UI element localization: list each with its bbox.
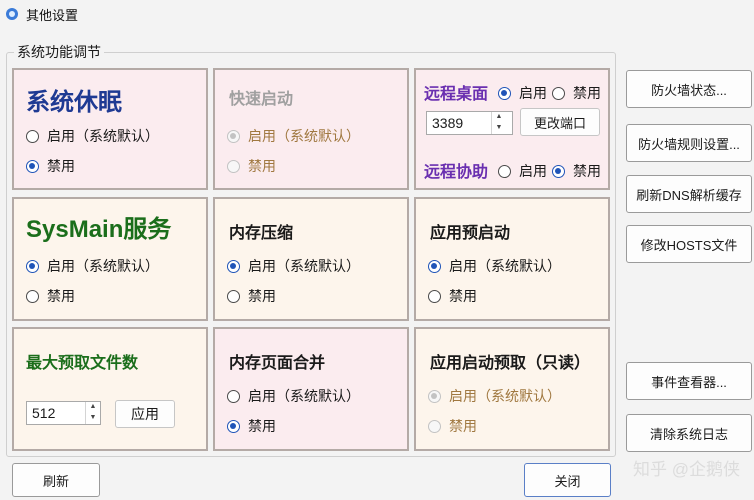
radio-icon bbox=[227, 159, 240, 173]
max-prefetch-panel: 最大预取文件数 512 ▲ ▼ 应用 bbox=[12, 327, 208, 451]
radio-icon bbox=[552, 86, 565, 100]
port-stepper[interactable]: ▲ ▼ bbox=[491, 112, 506, 134]
app-prelaunch-title: 应用预启动 bbox=[430, 225, 511, 242]
radio-icon bbox=[26, 289, 39, 303]
radio-icon bbox=[552, 164, 565, 178]
mem-compress-disable-radio[interactable]: 禁用 bbox=[227, 286, 276, 306]
fast-startup-panel: 快速启动 启用（系统默认） 禁用 bbox=[213, 68, 409, 190]
remote-assist-title: 远程协助 bbox=[424, 164, 489, 181]
stepper-up-icon[interactable]: ▲ bbox=[86, 402, 100, 413]
page-combine-disable-radio[interactable]: 禁用 bbox=[227, 416, 276, 436]
clear-logs-button[interactable]: 清除系统日志 bbox=[626, 414, 752, 452]
fast-startup-disable-radio[interactable]: 禁用 bbox=[227, 156, 276, 176]
radio-icon bbox=[26, 259, 39, 273]
group-title: 系统功能调节 bbox=[14, 42, 104, 62]
firewall-status-button[interactable]: 防火墙状态... bbox=[626, 70, 752, 108]
radio-icon bbox=[26, 159, 39, 173]
close-button[interactable]: 关闭 bbox=[524, 463, 611, 497]
radio-label: 禁用 bbox=[47, 288, 75, 304]
firewall-rules-button[interactable]: 防火墙规则设置... bbox=[626, 124, 752, 162]
radio-icon bbox=[428, 259, 441, 273]
radio-label: 禁用 bbox=[573, 85, 601, 101]
radio-icon bbox=[227, 129, 240, 143]
remote-desktop-title: 远程桌面 bbox=[424, 86, 489, 103]
remote-panel: 远程桌面 启用 禁用 3389 ▲ ▼ 更改端口 远程协助 启用 禁用 bbox=[414, 68, 610, 190]
flush-dns-button[interactable]: 刷新DNS解析缓存 bbox=[626, 175, 752, 213]
fast-startup-title: 快速启动 bbox=[229, 91, 294, 108]
radio-label: 启用（系统默认） bbox=[248, 128, 360, 144]
fast-startup-enable-radio[interactable]: 启用（系统默认） bbox=[227, 126, 360, 146]
sleep-disable-radio[interactable]: 禁用 bbox=[26, 156, 75, 176]
radio-label: 禁用 bbox=[248, 158, 276, 174]
event-viewer-button[interactable]: 事件查看器... bbox=[626, 362, 752, 400]
refresh-button[interactable]: 刷新 bbox=[12, 463, 100, 497]
apply-button[interactable]: 应用 bbox=[115, 400, 175, 428]
max-prefetch-stepper[interactable]: ▲ ▼ bbox=[85, 402, 100, 424]
radio-label: 启用（系统默认） bbox=[47, 128, 159, 144]
sysmain-panel: SysMain服务 启用（系统默认） 禁用 bbox=[12, 197, 208, 321]
page-combine-title: 内存页面合并 bbox=[229, 355, 326, 372]
radio-icon bbox=[227, 289, 240, 303]
change-port-button[interactable]: 更改端口 bbox=[520, 108, 600, 136]
watermark: 知乎 @企鹅侠 bbox=[633, 460, 740, 479]
window-title: 其他设置 bbox=[26, 7, 79, 23]
remote-assist-disable-radio[interactable]: 禁用 bbox=[552, 161, 601, 181]
max-prefetch-title: 最大预取文件数 bbox=[26, 355, 139, 372]
radio-icon bbox=[428, 419, 441, 433]
app-prelaunch-enable-radio[interactable]: 启用（系统默认） bbox=[428, 256, 561, 276]
max-prefetch-value: 512 bbox=[32, 405, 56, 421]
page-combine-panel: 内存页面合并 启用（系统默认） 禁用 bbox=[213, 327, 409, 451]
radio-label: 启用（系统默认） bbox=[248, 258, 360, 274]
radio-label: 禁用 bbox=[449, 418, 477, 434]
radio-label: 启用 bbox=[519, 163, 547, 179]
radio-label: 启用 bbox=[519, 85, 547, 101]
radio-label: 禁用 bbox=[47, 158, 75, 174]
radio-icon bbox=[428, 389, 441, 403]
radio-label: 启用（系统默认） bbox=[248, 388, 360, 404]
mem-compress-enable-radio[interactable]: 启用（系统默认） bbox=[227, 256, 360, 276]
remote-assist-enable-radio[interactable]: 启用 bbox=[498, 161, 547, 181]
radio-icon bbox=[227, 259, 240, 273]
radio-icon bbox=[428, 289, 441, 303]
max-prefetch-input[interactable]: 512 ▲ ▼ bbox=[26, 401, 101, 425]
port-input[interactable]: 3389 ▲ ▼ bbox=[426, 111, 513, 135]
radio-icon bbox=[227, 389, 240, 403]
sleep-title: 系统休眠 bbox=[26, 89, 122, 116]
sleep-enable-radio[interactable]: 启用（系统默认） bbox=[26, 126, 159, 146]
gear-icon bbox=[6, 8, 18, 20]
radio-icon bbox=[498, 86, 511, 100]
radio-icon bbox=[498, 164, 511, 178]
stepper-up-icon[interactable]: ▲ bbox=[492, 112, 506, 123]
stepper-down-icon[interactable]: ▼ bbox=[86, 413, 100, 424]
sleep-panel: 系统休眠 启用（系统默认） 禁用 bbox=[12, 68, 208, 190]
app-launch-prefetch-disable-radio[interactable]: 禁用 bbox=[428, 416, 477, 436]
mem-compress-title: 内存压缩 bbox=[229, 225, 294, 242]
port-value: 3389 bbox=[432, 115, 464, 131]
edit-hosts-button[interactable]: 修改HOSTS文件 bbox=[626, 225, 752, 263]
app-launch-prefetch-enable-radio[interactable]: 启用（系统默认） bbox=[428, 386, 561, 406]
radio-label: 禁用 bbox=[248, 418, 276, 434]
remote-desktop-enable-radio[interactable]: 启用 bbox=[498, 83, 547, 103]
radio-label: 启用（系统默认） bbox=[47, 258, 159, 274]
mem-compress-panel: 内存压缩 启用（系统默认） 禁用 bbox=[213, 197, 409, 321]
app-prelaunch-panel: 应用预启动 启用（系统默认） 禁用 bbox=[414, 197, 610, 321]
radio-label: 启用（系统默认） bbox=[449, 258, 561, 274]
radio-icon bbox=[227, 419, 240, 433]
sysmain-disable-radio[interactable]: 禁用 bbox=[26, 286, 75, 306]
radio-label: 启用（系统默认） bbox=[449, 388, 561, 404]
radio-label: 禁用 bbox=[573, 163, 601, 179]
radio-icon bbox=[26, 129, 39, 143]
radio-label: 禁用 bbox=[449, 288, 477, 304]
title-bar: 其他设置 bbox=[0, 0, 754, 28]
page-combine-enable-radio[interactable]: 启用（系统默认） bbox=[227, 386, 360, 406]
stepper-down-icon[interactable]: ▼ bbox=[492, 123, 506, 134]
app-prelaunch-disable-radio[interactable]: 禁用 bbox=[428, 286, 477, 306]
radio-label: 禁用 bbox=[248, 288, 276, 304]
sysmain-title: SysMain服务 bbox=[26, 216, 172, 243]
remote-desktop-disable-radio[interactable]: 禁用 bbox=[552, 83, 601, 103]
sysmain-enable-radio[interactable]: 启用（系统默认） bbox=[26, 256, 159, 276]
app-launch-prefetch-title: 应用启动预取（只读） bbox=[430, 355, 591, 372]
app-launch-prefetch-panel: 应用启动预取（只读） 启用（系统默认） 禁用 bbox=[414, 327, 610, 451]
